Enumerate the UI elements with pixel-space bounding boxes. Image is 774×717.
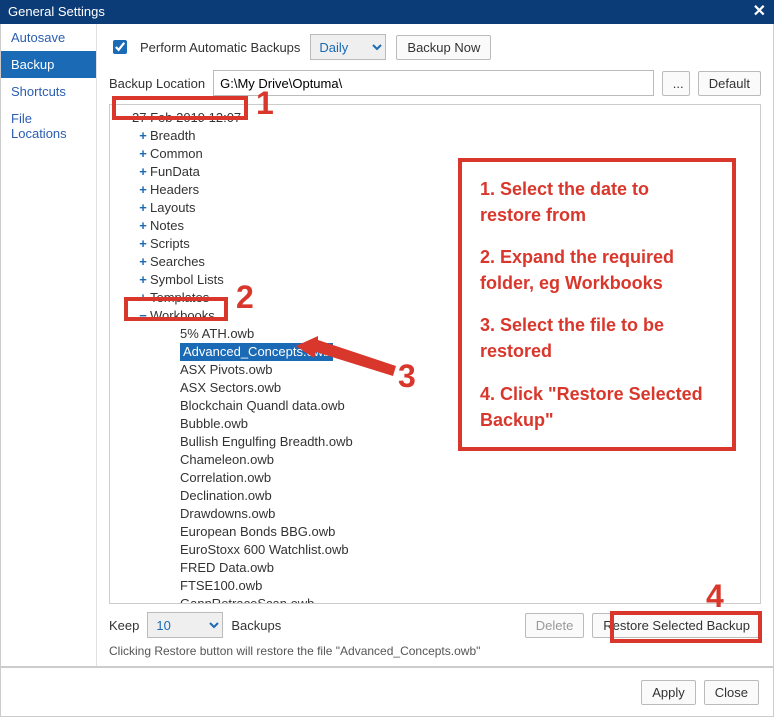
sidebar-item-backup[interactable]: Backup bbox=[1, 51, 96, 78]
tree-label: Bullish Engulfing Breadth.owb bbox=[180, 433, 353, 451]
tree-file[interactable]: Drawdowns.owb bbox=[114, 505, 760, 523]
tree-label: Declination.owb bbox=[180, 487, 272, 505]
tree-folder[interactable]: + Notes bbox=[114, 217, 760, 235]
tree-file[interactable]: Bullish Engulfing Breadth.owb bbox=[114, 433, 760, 451]
expand-icon[interactable]: + bbox=[136, 163, 150, 181]
tree-file[interactable]: EuroStoxx 600 Watchlist.owb bbox=[114, 541, 760, 559]
perform-backups-checkbox[interactable] bbox=[113, 40, 127, 54]
tree-label: ASX Pivots.owb bbox=[180, 361, 273, 379]
tree-folder[interactable]: + Layouts bbox=[114, 199, 760, 217]
delete-button[interactable]: Delete bbox=[525, 613, 585, 638]
tree-file[interactable]: FTSE100.owb bbox=[114, 577, 760, 595]
tree-label: Searches bbox=[150, 253, 205, 271]
tree-file[interactable]: ASX Pivots.owb bbox=[114, 361, 760, 379]
tree-label: Layouts bbox=[150, 199, 196, 217]
tree-label: GannRetraceScan.owb bbox=[180, 595, 314, 603]
backups-label: Backups bbox=[231, 618, 281, 633]
settings-sidebar: Autosave Backup Shortcuts File Locations bbox=[1, 24, 97, 666]
tree-label: EuroStoxx 600 Watchlist.owb bbox=[180, 541, 349, 559]
tree-file[interactable]: Correlation.owb bbox=[114, 469, 760, 487]
tree-label: FTSE100.owb bbox=[180, 577, 262, 595]
close-icon[interactable]: ✕ bbox=[753, 0, 766, 24]
close-button[interactable]: Close bbox=[704, 680, 759, 705]
tree-folder[interactable]: + Headers bbox=[114, 181, 760, 199]
tree-file[interactable]: Blockchain Quandl data.owb bbox=[114, 397, 760, 415]
sidebar-item-shortcuts[interactable]: Shortcuts bbox=[1, 78, 96, 105]
tree-label: 5% ATH.owb bbox=[180, 325, 254, 343]
tree-file[interactable]: Advanced_Concepts.owb bbox=[114, 343, 760, 361]
expand-icon[interactable]: + bbox=[136, 271, 150, 289]
apply-button[interactable]: Apply bbox=[641, 680, 696, 705]
tree-label: Chameleon.owb bbox=[180, 451, 274, 469]
tree-folder[interactable]: − Workbooks bbox=[114, 307, 760, 325]
tree-label: FunData bbox=[150, 163, 200, 181]
expand-icon[interactable]: + bbox=[136, 289, 150, 307]
expand-icon[interactable]: + bbox=[136, 127, 150, 145]
tree-folder[interactable]: + Searches bbox=[114, 253, 760, 271]
expand-icon[interactable]: + bbox=[136, 217, 150, 235]
tree-label: Notes bbox=[150, 217, 184, 235]
tree-label: Scripts bbox=[150, 235, 190, 253]
tree-label: Bubble.owb bbox=[180, 415, 248, 433]
window-title: General Settings bbox=[8, 0, 105, 24]
tree-folder[interactable]: + Scripts bbox=[114, 235, 760, 253]
expand-icon[interactable]: + bbox=[136, 253, 150, 271]
tree-file[interactable]: GannRetraceScan.owb bbox=[114, 595, 760, 603]
frequency-select[interactable]: Daily bbox=[310, 34, 386, 60]
location-label: Backup Location bbox=[109, 76, 205, 91]
tree-folder[interactable]: + Templates bbox=[114, 289, 760, 307]
sidebar-item-file-locations[interactable]: File Locations bbox=[1, 105, 96, 147]
tree-file[interactable]: European Bonds BBG.owb bbox=[114, 523, 760, 541]
tree-scroll[interactable]: − 27 Feb 2019 12:07+ Breadth+ Common+ Fu… bbox=[110, 105, 760, 603]
perform-backups-label: Perform Automatic Backups bbox=[140, 40, 300, 55]
expand-icon[interactable]: + bbox=[136, 181, 150, 199]
tree-label: FRED Data.owb bbox=[180, 559, 274, 577]
tree-label: Breadth bbox=[150, 127, 196, 145]
browse-button[interactable]: ... bbox=[662, 71, 690, 96]
backup-tree: − 27 Feb 2019 12:07+ Breadth+ Common+ Fu… bbox=[109, 104, 761, 604]
tree-label: Common bbox=[150, 145, 203, 163]
location-input[interactable] bbox=[213, 70, 654, 96]
restore-button[interactable]: Restore Selected Backup bbox=[592, 613, 761, 638]
sidebar-item-autosave[interactable]: Autosave bbox=[1, 24, 96, 51]
tree-folder[interactable]: + Common bbox=[114, 145, 760, 163]
tree-file[interactable]: 5% ATH.owb bbox=[114, 325, 760, 343]
tree-label: Advanced_Concepts.owb bbox=[180, 343, 333, 361]
tree-label: 27 Feb 2019 12:07 bbox=[132, 109, 241, 127]
tree-root[interactable]: − 27 Feb 2019 12:07 bbox=[114, 109, 760, 127]
expand-icon[interactable]: + bbox=[136, 145, 150, 163]
tree-folder[interactable]: + Symbol Lists bbox=[114, 271, 760, 289]
tree-file[interactable]: FRED Data.owb bbox=[114, 559, 760, 577]
tree-label: Drawdowns.owb bbox=[180, 505, 275, 523]
expand-icon[interactable]: + bbox=[136, 235, 150, 253]
keep-select[interactable]: 10 bbox=[147, 612, 223, 638]
restore-hint: Clicking Restore button will restore the… bbox=[109, 638, 761, 660]
backup-now-button[interactable]: Backup Now bbox=[396, 35, 491, 60]
tree-label: Correlation.owb bbox=[180, 469, 271, 487]
tree-folder[interactable]: + Breadth bbox=[114, 127, 760, 145]
tree-label: ASX Sectors.owb bbox=[180, 379, 281, 397]
tree-label: Symbol Lists bbox=[150, 271, 224, 289]
tree-label: Templates bbox=[150, 289, 209, 307]
tree-label: European Bonds BBG.owb bbox=[180, 523, 335, 541]
tree-file[interactable]: Declination.owb bbox=[114, 487, 760, 505]
tree-label: Headers bbox=[150, 181, 199, 199]
tree-folder[interactable]: + FunData bbox=[114, 163, 760, 181]
keep-label: Keep bbox=[109, 618, 139, 633]
expand-icon[interactable]: + bbox=[136, 199, 150, 217]
tree-file[interactable]: Bubble.owb bbox=[114, 415, 760, 433]
default-button[interactable]: Default bbox=[698, 71, 761, 96]
tree-label: Blockchain Quandl data.owb bbox=[180, 397, 345, 415]
tree-label: Workbooks bbox=[150, 307, 215, 325]
tree-file[interactable]: ASX Sectors.owb bbox=[114, 379, 760, 397]
collapse-icon[interactable]: − bbox=[118, 109, 132, 127]
collapse-icon[interactable]: − bbox=[136, 307, 150, 325]
tree-file[interactable]: Chameleon.owb bbox=[114, 451, 760, 469]
